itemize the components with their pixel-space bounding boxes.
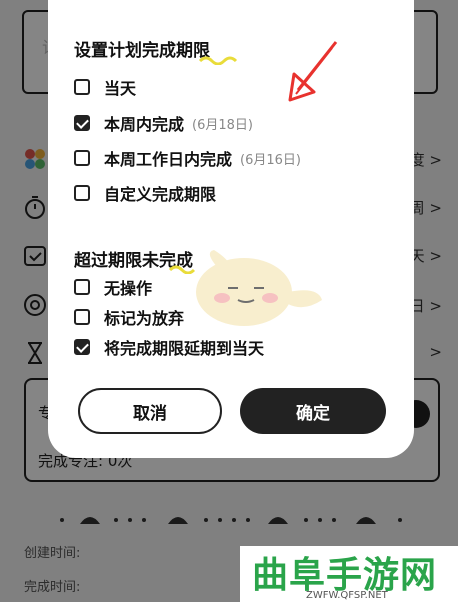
option-no-action[interactable]: 无操作 [74,274,152,300]
option-this-workweek[interactable]: 本周工作日内完成 (6月16日) [74,145,301,171]
checkbox-no-action[interactable] [74,279,90,295]
option-this-week-hint: (6月18日) [192,117,253,133]
checkbox-this-workweek[interactable] [74,150,90,166]
checkbox-today[interactable] [74,79,90,95]
option-no-action-label: 无操作 [104,279,153,298]
highlight-squiggle-icon [198,56,238,65]
checkbox-extend-today[interactable] [74,339,90,355]
checkbox-mark-abandoned[interactable] [74,309,90,325]
checkbox-custom[interactable] [74,185,90,201]
confirm-button[interactable]: 确定 [240,388,386,434]
deadline-section-title: 设置计划完成期限 [74,41,210,61]
watermark-url: ZWFW.QFSP.NET [306,590,388,601]
option-mark-abandoned-label: 标记为放弃 [104,309,185,328]
option-this-workweek-hint: (6月16日) [240,152,301,168]
deadline-dialog: 设置计划完成期限 当天 本周内完成 (6月18日) 本周工作日内完成 (6月16… [48,0,414,458]
cancel-button[interactable]: 取消 [78,388,222,434]
mascot-image [196,250,322,326]
checkbox-this-week[interactable] [74,115,90,131]
option-today-label: 当天 [104,79,137,98]
option-extend-today-label: 将完成期限延期到当天 [104,339,265,358]
red-arrow-icon [288,41,338,102]
option-this-week-label: 本周内完成 [104,115,185,134]
option-custom-label: 自定义完成期限 [104,185,217,204]
option-mark-abandoned[interactable]: 标记为放弃 [74,304,184,330]
site-watermark: 曲阜手游网 ZWFW.QFSP.NET [240,546,458,602]
option-this-week[interactable]: 本周内完成 (6月18日) [74,110,253,136]
option-today[interactable]: 当天 [74,74,136,100]
option-custom[interactable]: 自定义完成期限 [74,180,216,206]
option-this-workweek-label: 本周工作日内完成 [104,150,233,169]
